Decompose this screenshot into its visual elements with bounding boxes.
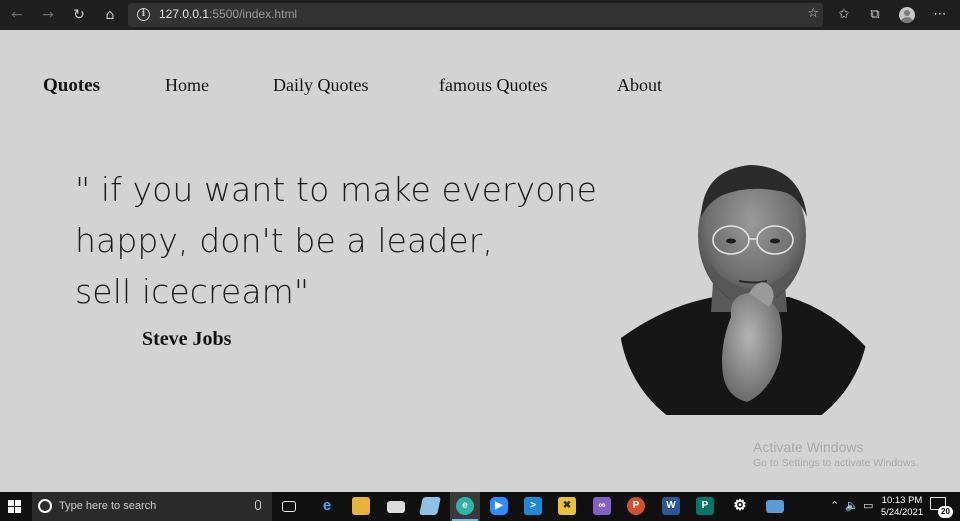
- powerpoint-icon[interactable]: P: [627, 497, 645, 515]
- refresh-icon[interactable]: ↻: [68, 5, 90, 25]
- edge-icon[interactable]: e: [318, 497, 336, 515]
- show-hidden-icons-icon[interactable]: ⌃: [830, 499, 839, 512]
- word-icon[interactable]: W: [662, 497, 680, 515]
- quote-line: " if you want to make everyone: [75, 170, 597, 209]
- address-bar[interactable]: i 127.0.0.1:5500/index.html ☆: [128, 3, 823, 27]
- url-host: 127.0.0.1: [159, 7, 210, 21]
- url-text[interactable]: 127.0.0.1:5500/index.html: [159, 7, 297, 21]
- home-icon[interactable]: ⌂: [99, 5, 121, 25]
- browser-toolbar: ← → ↻ ⌂ i 127.0.0.1:5500/index.html ☆ ✩ …: [0, 0, 960, 30]
- favorites-icon[interactable]: ✩: [834, 5, 854, 25]
- volume-muted-icon[interactable]: 🔈: [845, 499, 859, 512]
- nav-link-about[interactable]: About: [617, 75, 662, 96]
- taskbar-search[interactable]: Type here to search: [32, 492, 272, 521]
- watermark-title: Activate Windows: [753, 439, 864, 455]
- zoom-icon[interactable]: ▶: [490, 497, 508, 515]
- vscode-icon[interactable]: >: [524, 497, 542, 515]
- cortana-icon: [38, 499, 52, 513]
- microphone-icon[interactable]: [255, 500, 261, 510]
- back-icon[interactable]: ←: [6, 5, 28, 25]
- site-navigation: Quotes Home Daily Quotes famous Quotes A…: [0, 30, 960, 140]
- windows-start-icon[interactable]: [0, 492, 29, 521]
- add-favorite-icon[interactable]: ☆: [807, 6, 819, 21]
- system-clock[interactable]: 10:13 PM 5/24/2021: [876, 495, 928, 519]
- more-icon[interactable]: ⋯: [930, 5, 950, 25]
- nav-link-home[interactable]: Home: [165, 75, 209, 96]
- search-placeholder: Type here to search: [59, 500, 157, 512]
- nav-brand[interactable]: Quotes: [43, 75, 100, 97]
- collections-icon[interactable]: ⧉: [865, 5, 885, 25]
- edge-dev-icon[interactable]: e: [456, 497, 474, 515]
- nav-link-famous-quotes[interactable]: famous Quotes: [439, 75, 547, 96]
- clock-date: 5/24/2021: [880, 507, 924, 518]
- nav-link-daily-quotes[interactable]: Daily Quotes: [273, 75, 368, 96]
- file-explorer-icon[interactable]: [352, 497, 370, 515]
- taskbar: Type here to search e e ▶ > ✖ ∞ P W P ⚙ …: [0, 492, 960, 521]
- url-path: :5500/index.html: [209, 7, 298, 21]
- publisher-icon[interactable]: P: [696, 497, 714, 515]
- web-page: Quotes Home Daily Quotes famous Quotes A…: [0, 30, 960, 492]
- quote-line: sell icecream": [75, 272, 310, 311]
- quote-line: happy, don't be a leader,: [75, 221, 494, 260]
- mail-icon[interactable]: [387, 501, 405, 513]
- notepad-icon[interactable]: [419, 497, 441, 515]
- remote-desktop-icon[interactable]: [766, 500, 784, 513]
- notification-count-badge: 20: [938, 506, 953, 518]
- visual-studio-icon[interactable]: ∞: [593, 497, 611, 515]
- battery-icon[interactable]: ▭: [863, 499, 873, 512]
- paint-icon[interactable]: ✖: [558, 497, 576, 515]
- task-view-icon[interactable]: [282, 501, 296, 512]
- settings-icon[interactable]: ⚙: [731, 497, 749, 515]
- activate-windows-watermark: Activate Windows Go to Settings to activ…: [753, 438, 919, 470]
- forward-icon[interactable]: →: [37, 5, 59, 25]
- portrait-image: [619, 165, 869, 415]
- quote-text: " if you want to make everyone happy, do…: [75, 164, 615, 317]
- profile-icon[interactable]: [899, 7, 915, 23]
- watermark-subtitle: Go to Settings to activate Windows.: [753, 457, 919, 469]
- site-info-icon[interactable]: i: [137, 8, 150, 21]
- quote-author: Steve Jobs: [142, 328, 232, 350]
- clock-time: 10:13 PM: [881, 495, 923, 506]
